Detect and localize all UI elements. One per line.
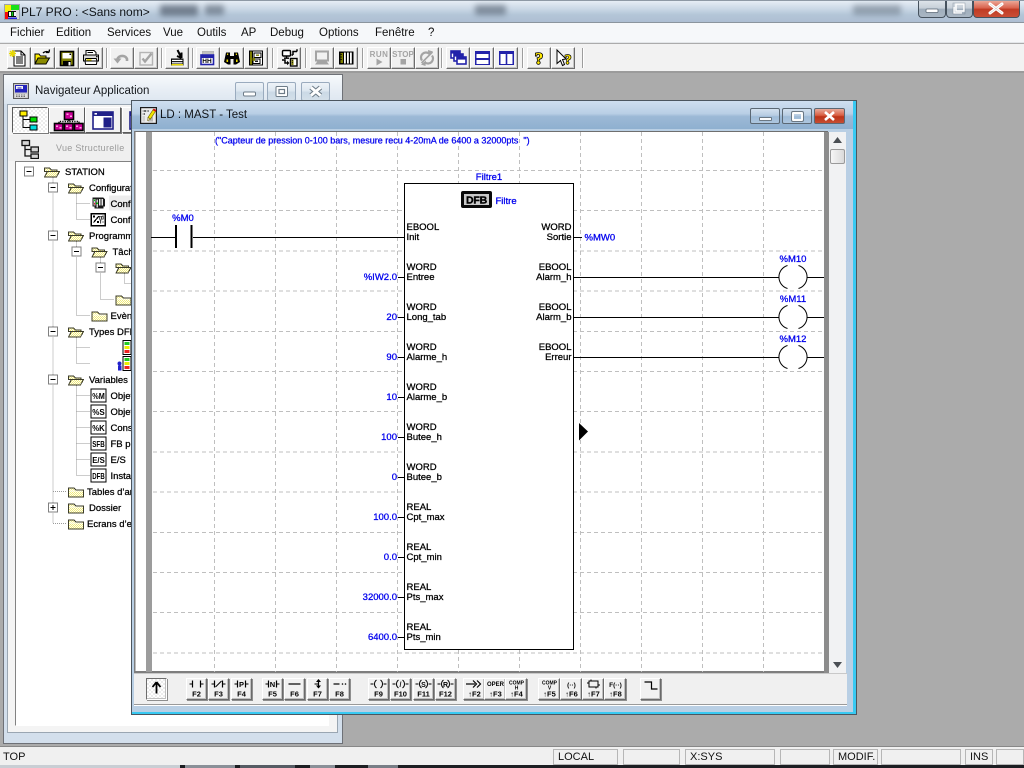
svg-text:HH: HH	[202, 58, 212, 65]
svg-text:Alarme_b: Alarme_b	[407, 392, 448, 403]
svg-text:Alarme_h: Alarme_h	[407, 352, 448, 363]
svg-text:Init: Init	[407, 232, 420, 243]
svg-text:%M12: %M12	[780, 334, 807, 345]
svg-text:F9: F9	[374, 690, 383, 699]
svg-text:0.0: 0.0	[384, 552, 397, 563]
svg-text:Pts_max: Pts_max	[407, 592, 444, 603]
svg-text:↑F7: ↑F7	[587, 690, 600, 699]
svg-text:%M0: %M0	[172, 213, 194, 224]
svg-text:Variables: Variables	[89, 375, 128, 386]
svg-text:Filtre1: Filtre1	[476, 172, 502, 183]
svg-text:Alarm_b: Alarm_b	[536, 312, 571, 323]
svg-text:↑F2: ↑F2	[468, 690, 481, 699]
svg-text:F4: F4	[237, 690, 247, 699]
svg-text:32000.0: 32000.0	[363, 592, 397, 603]
svg-text:?: ?	[565, 53, 572, 68]
svg-text:%M10: %M10	[780, 254, 807, 265]
svg-text:("Capteur de pression 0-100 ba: ("Capteur de pression 0-100 bars, mesure…	[215, 136, 530, 146]
svg-text:10: 10	[386, 392, 397, 403]
svg-text:Alarm_h: Alarm_h	[536, 272, 571, 283]
svg-text:↑F6: ↑F6	[565, 690, 578, 699]
svg-text:Filtre: Filtre	[496, 196, 517, 207]
svg-text:STOP: STOP	[392, 50, 414, 59]
svg-text:Types DFB: Types DFB	[89, 327, 136, 338]
svg-text:?: ?	[535, 49, 544, 68]
svg-text:F8: F8	[335, 690, 344, 699]
svg-text:%IW2.0: %IW2.0	[364, 272, 397, 283]
svg-text:↑F4: ↑F4	[510, 690, 523, 699]
svg-text:Cpt_max: Cpt_max	[407, 512, 445, 523]
svg-text:%K: %K	[92, 423, 105, 433]
svg-text:↑F8: ↑F8	[609, 690, 622, 699]
svg-text:100: 100	[381, 432, 397, 443]
svg-text:P: P	[238, 680, 243, 689]
svg-text:Sortie: Sortie	[547, 232, 572, 243]
svg-text:Long_tab: Long_tab	[407, 312, 447, 323]
svg-text:Butee_b: Butee_b	[407, 472, 442, 483]
svg-text:R: R	[443, 682, 448, 689]
svg-text:F10: F10	[394, 690, 407, 699]
svg-text:RUN: RUN	[370, 50, 389, 59]
svg-text:F3: F3	[214, 690, 223, 699]
svg-text:E/S: E/S	[111, 455, 126, 466]
svg-text:DFB: DFB	[92, 471, 105, 481]
svg-text:N: N	[269, 680, 274, 689]
svg-text:S: S	[421, 682, 426, 689]
svg-text:100.0: 100.0	[373, 512, 397, 523]
svg-text:(··): (··)	[567, 682, 576, 689]
svg-text:OPER: OPER	[487, 682, 505, 688]
svg-text:/: /	[400, 682, 402, 689]
svg-text:%M: %M	[92, 391, 105, 401]
svg-text:Pts_min: Pts_min	[407, 632, 441, 643]
svg-text:F6: F6	[290, 690, 299, 699]
svg-text:6400.0: 6400.0	[368, 632, 397, 643]
svg-text:F2: F2	[192, 690, 201, 699]
svg-text:Cpt_min: Cpt_min	[407, 552, 442, 563]
svg-text:STATION: STATION	[65, 167, 105, 178]
svg-text:%M11: %M11	[780, 294, 806, 305]
svg-text:E/S: E/S	[92, 455, 105, 465]
svg-text:DFB: DFB	[466, 195, 488, 207]
svg-text:F7: F7	[313, 690, 322, 699]
svg-text:F11: F11	[417, 690, 430, 699]
svg-text:↑F3: ↑F3	[489, 690, 502, 699]
svg-text:Dossier: Dossier	[89, 503, 121, 514]
svg-text:%S: %S	[92, 407, 105, 417]
svg-text:Erreur: Erreur	[545, 352, 571, 363]
svg-text:90: 90	[386, 352, 397, 363]
svg-text:↑F5: ↑F5	[543, 690, 556, 699]
svg-text:SFB: SFB	[92, 439, 105, 449]
svg-text:Butee_h: Butee_h	[407, 432, 442, 443]
svg-text:F12: F12	[439, 690, 452, 699]
svg-text:0: 0	[392, 472, 397, 483]
svg-text:Entree: Entree	[407, 272, 435, 283]
svg-text:F(··): F(··)	[609, 682, 622, 689]
svg-text:20: 20	[386, 312, 397, 323]
svg-text:F5: F5	[268, 690, 277, 699]
svg-text:%MW0: %MW0	[585, 233, 616, 244]
